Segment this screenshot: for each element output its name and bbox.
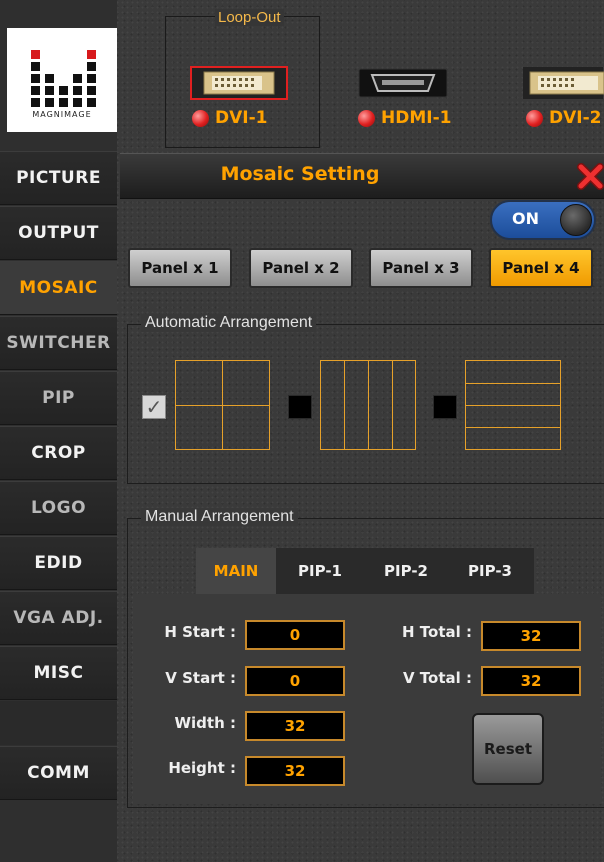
- v-total-field[interactable]: 32: [481, 666, 581, 696]
- close-icon[interactable]: [577, 163, 604, 190]
- automatic-arrangement-title: Automatic Arrangement: [141, 314, 317, 332]
- sidebar-item-comm[interactable]: COMM: [0, 746, 117, 800]
- layout-columns-checkbox[interactable]: [288, 395, 312, 419]
- v-start-label: V Start :: [165, 669, 236, 687]
- layout-grid-checkbox[interactable]: ✓: [142, 395, 166, 419]
- page-title: Mosaic Setting: [220, 163, 380, 185]
- status-led-icon: [526, 109, 543, 127]
- port-name: DVI-1: [215, 108, 268, 128]
- sidebar-item-output[interactable]: OUTPUT: [0, 206, 117, 260]
- panel-x3-button[interactable]: Panel x 3: [369, 248, 473, 288]
- height-field[interactable]: 32: [245, 756, 345, 786]
- height-label: Height :: [168, 759, 236, 777]
- port-label-dvi-1: DVI-1: [192, 108, 267, 128]
- sidebar-item-mosaic[interactable]: MOSAIC: [0, 261, 117, 315]
- toggle-knob: [560, 204, 592, 236]
- sidebar-item-crop[interactable]: CROP: [0, 426, 117, 480]
- layout-rows-preview[interactable]: [465, 360, 561, 450]
- width-label: Width :: [174, 714, 237, 732]
- sidebar-item-edid[interactable]: EDID: [0, 536, 117, 590]
- sidebar-item-vga-adj[interactable]: VGA ADJ.: [0, 591, 117, 645]
- panel-x4-button[interactable]: Panel x 4: [489, 248, 593, 288]
- hdmi-connector-icon: [358, 66, 448, 105]
- sidebar-item-switcher[interactable]: SWITCHER: [0, 316, 117, 370]
- layout-rows-checkbox[interactable]: [433, 395, 457, 419]
- panel-x1-button[interactable]: Panel x 1: [128, 248, 232, 288]
- manual-arrangement-title: Manual Arrangement: [141, 508, 298, 526]
- tab-pip-3[interactable]: PIP-3: [450, 548, 530, 594]
- h-total-field[interactable]: 32: [481, 621, 581, 651]
- v-total-label: V Total :: [402, 669, 472, 687]
- tab-pip-2[interactable]: PIP-2: [366, 548, 446, 594]
- port-label-dvi-2: DVI-2: [526, 108, 601, 128]
- reset-button[interactable]: Reset: [472, 713, 544, 785]
- port-name: HDMI-1: [381, 108, 452, 128]
- width-field[interactable]: 32: [245, 711, 345, 741]
- sidebar-item-misc[interactable]: MISC: [0, 646, 117, 700]
- h-total-label: H Total :: [402, 623, 472, 641]
- panel-x2-button[interactable]: Panel x 2: [249, 248, 353, 288]
- h-start-field[interactable]: 0: [245, 620, 345, 650]
- magnimage-logo-icon: [31, 50, 96, 107]
- port-label-hdmi-1: HDMI-1: [358, 108, 451, 128]
- sidebar-spacer: [0, 701, 117, 745]
- tab-pip-1[interactable]: PIP-1: [280, 548, 360, 594]
- status-led-icon: [192, 109, 209, 127]
- dvi-connector-icon: [522, 66, 604, 105]
- checkmark-icon: ✓: [145, 396, 163, 419]
- tab-main[interactable]: MAIN: [196, 548, 276, 594]
- loop-out-title: Loop-Out: [215, 9, 284, 26]
- layout-columns-preview[interactable]: [320, 360, 416, 450]
- h-start-label: H Start :: [164, 623, 236, 641]
- sidebar-item-logo[interactable]: LOGO: [0, 481, 117, 535]
- dvi-connector-icon: [190, 66, 288, 105]
- toggle-label: ON: [512, 209, 539, 228]
- mosaic-on-toggle[interactable]: ON: [490, 200, 596, 240]
- layout-grid-preview[interactable]: [175, 360, 270, 450]
- port-name: DVI-2: [549, 108, 602, 128]
- sidebar-item-pip[interactable]: PIP: [0, 371, 117, 425]
- status-led-icon: [358, 109, 375, 127]
- sidebar-item-picture[interactable]: PICTURE: [0, 151, 117, 205]
- logo: MAGNIMAGE: [7, 28, 117, 132]
- logo-text: MAGNIMAGE: [32, 110, 92, 119]
- v-start-field[interactable]: 0: [245, 666, 345, 696]
